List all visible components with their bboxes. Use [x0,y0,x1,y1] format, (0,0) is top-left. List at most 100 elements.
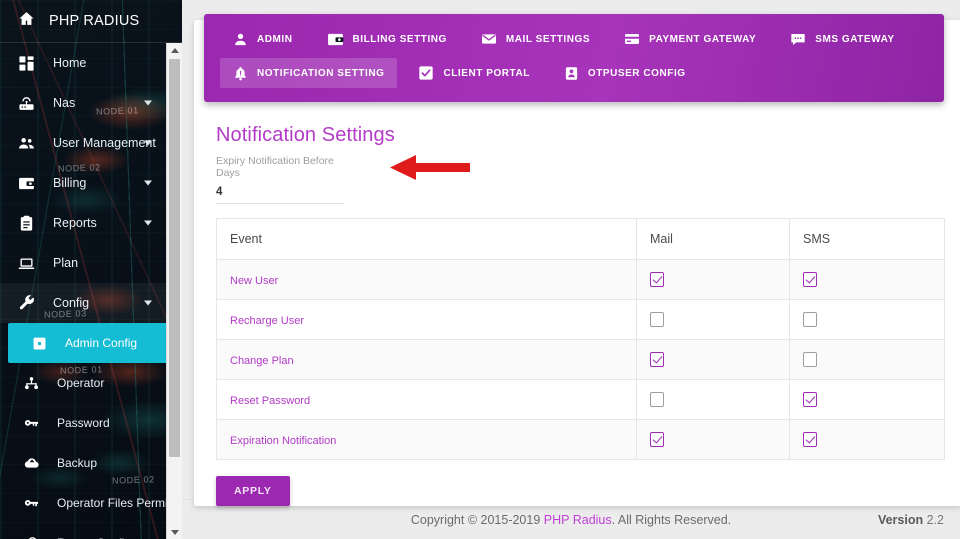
sidebar-item-nas[interactable]: Nas [0,83,176,123]
event-name-link[interactable]: Expiration Notification [230,435,336,447]
cell-sms [789,379,945,420]
key-icon [24,416,48,431]
tab-mail-settings[interactable]: MAIL SETTINGS [468,24,603,54]
tab-sms-gateway[interactable]: SMS GATEWAY [777,24,907,54]
chevron-down-icon[interactable] [144,180,152,186]
tab-payment-gateway[interactable]: PAYMENT GATEWAY [611,24,769,54]
mail-checkbox[interactable] [650,431,664,447]
sidebar-item-label: Nas [53,96,76,110]
mail-checkbox[interactable] [650,311,664,327]
brand-header[interactable]: PHP RADIUS [0,0,182,43]
event-name-link[interactable]: New User [230,275,278,287]
tab-notification-setting[interactable]: NOTIFICATION SETTING [220,58,398,88]
chevron-down-icon[interactable] [144,300,152,306]
cell-mail [636,419,790,460]
sidebar-item-label: Operator [57,376,105,390]
table-row: New User [216,259,945,300]
sidebar-item-label: Operator Files Permission [57,496,182,510]
cell-mail [636,299,790,340]
tab-label: OTPUSER CONFIG [587,67,686,79]
mail-checkbox[interactable] [650,271,664,287]
chevron-down-icon[interactable] [144,220,152,226]
red-left-arrow-annotation [390,155,470,180]
scrollbar-thumb[interactable] [169,59,180,457]
column-header-mail: Mail [636,218,790,260]
sidebar-item-billing[interactable]: Billing [0,163,176,203]
tab-label: PAYMENT GATEWAY [649,33,757,45]
notification-events-table: Event Mail SMS New User Recharge User Chan… [216,218,945,460]
version-label: Version [877,512,924,527]
expiry-notification-input[interactable] [216,186,344,204]
sidebar-scrollbar[interactable] [166,43,182,539]
credit-card-icon [624,31,640,47]
column-header-event: Event [216,218,637,260]
settings-tab-bar: ADMIN BILLING SETTING MAIL SETTINGS PAYMENT… [204,14,944,102]
envelope-icon [481,31,497,47]
dashboard-grid-icon [18,55,44,72]
table-row: Expiration Notification [216,419,945,460]
copyright-text: Copyright © 2015-2019 PHP Radius. All Ri… [411,513,731,527]
sms-checkbox[interactable] [803,311,817,327]
wallet-icon [18,175,44,192]
tab-client-portal[interactable]: CLIENT PORTAL [405,58,542,88]
sms-checkbox[interactable] [803,431,817,447]
check-square-icon [418,65,434,81]
sidebar-item-backup[interactable]: Backup [0,443,176,483]
clipboard-icon [18,215,44,232]
version-info: Version 2.2 [878,513,944,527]
event-name-link[interactable]: Change Plan [230,355,294,367]
event-name-link[interactable]: Recharge User [230,315,304,327]
table-row: Recharge User [216,299,945,340]
copyright-suffix: . All Rights Reserved. [611,512,732,527]
cell-mail [636,339,790,380]
chevron-down-icon[interactable] [144,140,152,146]
sidebar: NODE 01 NODE 02 NODE 03 NODE 01 NODE 02 … [0,0,182,539]
operator-icon [24,376,48,391]
sidebar-item-label: Plan [53,256,79,270]
footer-brand-link[interactable]: PHP Radius [544,513,612,527]
event-name-link[interactable]: Reset Password [230,395,310,407]
sidebar-item-home[interactable]: Home [0,43,176,83]
mail-checkbox[interactable] [650,351,664,367]
tab-label: CLIENT PORTAL [443,67,530,79]
sms-checkbox[interactable] [803,391,817,407]
sidebar-item-operator-files-permission[interactable]: Operator Files Permission [0,483,182,523]
cell-sms [789,339,945,380]
tab-label: MAIL SETTINGS [505,33,591,45]
expiry-notification-field: Expiry Notification Before Days [216,155,344,204]
sidebar-item-label: Billing [53,176,87,190]
sidebar-item-admin-config[interactable]: Admin Config [8,323,168,363]
column-header-sms: SMS [789,218,945,260]
sidebar-item-label: Admin Config [65,336,138,350]
page-title: Notification Settings [216,124,395,146]
tab-admin[interactable]: ADMIN [220,24,306,54]
mail-checkbox[interactable] [650,391,664,407]
apply-button[interactable]: APPLY [216,476,290,506]
sidebar-item-router-config[interactable]: Router Config [0,523,176,539]
cell-event: Reset Password [216,379,637,420]
cell-sms [789,259,945,300]
sidebar-item-plan[interactable]: Plan [0,243,176,283]
chevron-down-icon[interactable] [144,100,152,106]
scroll-up-arrow-icon[interactable] [167,43,182,57]
tab-billing-setting[interactable]: BILLING SETTING [314,24,460,54]
main-area: Notification Settings Expiry Notificatio… [182,0,960,539]
table-row: Change Plan [216,339,945,380]
sidebar-item-reports[interactable]: Reports [0,203,176,243]
tab-label: NOTIFICATION SETTING [257,67,385,79]
sidebar-item-label: Home [53,56,87,70]
scroll-down-arrow-icon[interactable] [167,525,182,539]
home-icon [18,10,35,32]
brand-title: PHP RADIUS [49,13,140,29]
tab-otpuser-config[interactable]: OTPUSER CONFIG [551,58,699,88]
table-header-row: Event Mail SMS [216,218,945,260]
sidebar-item-operator[interactable]: Operator [0,363,176,403]
sidebar-item-label: Config [53,296,90,310]
version-value: 2.2 [926,512,944,527]
sms-checkbox[interactable] [803,351,817,367]
sidebar-item-password[interactable]: Password [0,403,176,443]
sms-checkbox[interactable] [803,271,817,287]
sidebar-item-config[interactable]: Config [0,283,176,323]
id-card-icon [564,66,579,81]
sidebar-item-user-management[interactable]: User Management [0,123,176,163]
